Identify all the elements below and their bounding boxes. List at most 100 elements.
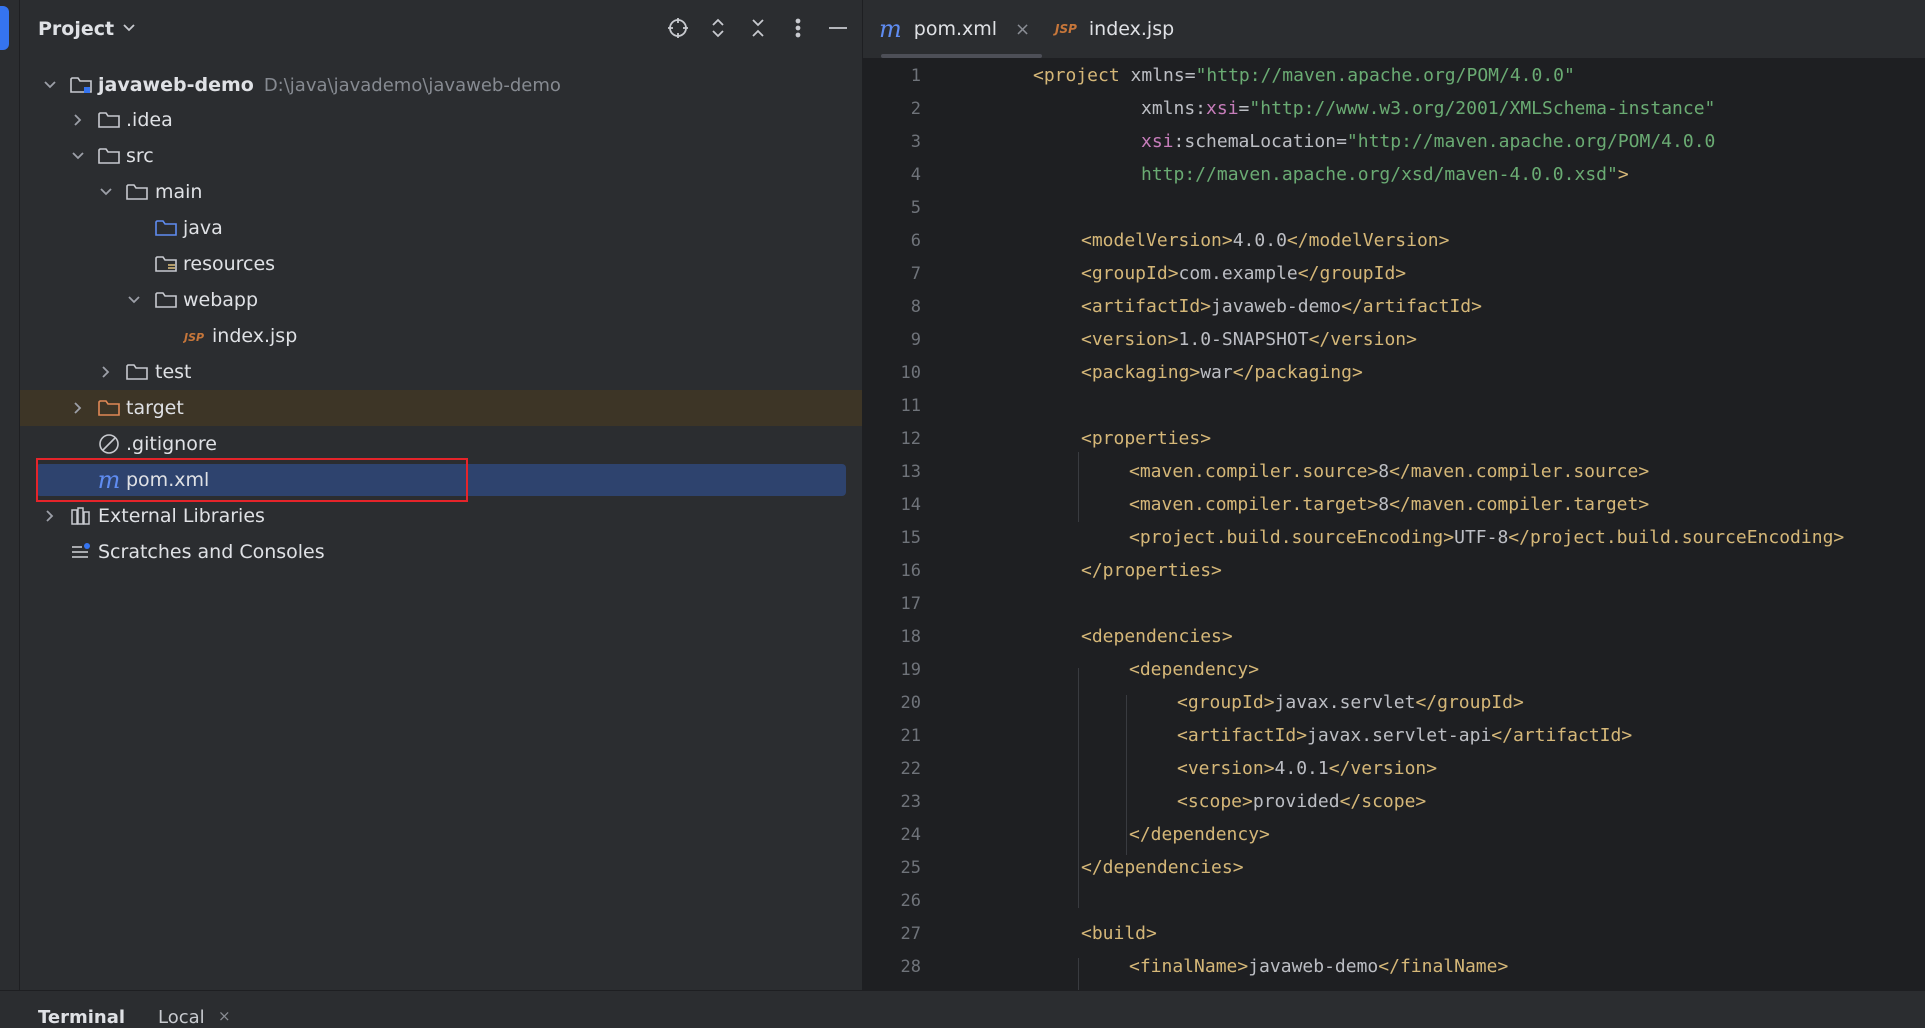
code-token: <maven.compiler.source>: [1129, 461, 1379, 482]
line-number: 14: [900, 495, 921, 515]
code-line: <maven.compiler.source>8</maven.compiler…: [1129, 461, 1649, 482]
code-token: <project: [1033, 65, 1120, 86]
code-line: <groupId>com.example</groupId>: [1081, 263, 1406, 284]
tree-item-idea[interactable]: .idea: [20, 102, 862, 138]
close-icon[interactable]: ×: [1015, 19, 1030, 40]
tab-label: index.jsp: [1088, 18, 1175, 40]
svg-text:JSP: JSP: [183, 331, 204, 344]
code-line: <dependency>: [1129, 659, 1259, 680]
line-number: 27: [900, 924, 921, 944]
code-token: "http://maven.apache.org/POM/4.0.0: [1346, 131, 1716, 152]
more-options-icon[interactable]: [784, 14, 812, 42]
project-view-selector[interactable]: Project: [38, 16, 136, 42]
indent-guide: [1078, 452, 1079, 522]
chevron-right-icon[interactable]: [70, 400, 86, 416]
code-line: <properties>: [1081, 428, 1211, 449]
code-line: <version>4.0.1</version>: [1177, 758, 1437, 779]
project-name: javaweb-demo: [98, 74, 254, 96]
chevron-down-icon[interactable]: [42, 77, 58, 93]
line-number: 22: [900, 759, 921, 779]
chevron-right-icon[interactable]: [70, 112, 86, 128]
tree-item-java[interactable]: java: [20, 210, 862, 246]
code-token: xmlns=: [1119, 65, 1196, 86]
code-token: "http://www.w3.org/2001/XMLSchema-instan…: [1249, 98, 1716, 119]
code-line: </dependencies>: [1081, 857, 1244, 878]
line-number: 20: [900, 693, 921, 713]
code-token: </maven.compiler.target>: [1389, 494, 1650, 515]
tree-item-resources[interactable]: resources: [20, 246, 862, 282]
tree-item-webapp[interactable]: webapp: [20, 282, 862, 318]
chevron-right-icon[interactable]: [42, 508, 58, 524]
code-line: <build>: [1081, 923, 1157, 944]
indent-guide: [1126, 695, 1127, 855]
close-icon[interactable]: ×: [218, 1007, 231, 1025]
tree-item-scratches[interactable]: Scratches and Consoles: [20, 534, 862, 570]
code-line: <project.build.sourceEncoding>UTF-8</pro…: [1129, 527, 1844, 548]
code-token: javaweb-demo: [1248, 956, 1379, 977]
bottom-tool-bar: Terminal Local ×: [0, 990, 1925, 1028]
tree-item-gitignore[interactable]: .gitignore: [20, 426, 862, 462]
tree-item-label: webapp: [183, 289, 259, 311]
minimize-icon[interactable]: [824, 14, 852, 42]
line-number: 1: [910, 66, 921, 86]
local-session-tab[interactable]: Local: [158, 1007, 205, 1028]
tree-item-index-jsp[interactable]: JSP index.jsp: [20, 318, 862, 354]
code-line: <modelVersion>4.0.0</modelVersion>: [1081, 230, 1449, 251]
chevron-down-icon[interactable]: [126, 292, 142, 308]
collapse-all-icon[interactable]: [744, 14, 772, 42]
annotation-highlight-box: [36, 458, 468, 502]
code-token: </finalName>: [1378, 956, 1509, 977]
terminal-tab[interactable]: Terminal: [38, 1007, 125, 1028]
code-token: <dependencies>: [1081, 626, 1233, 647]
libraries-icon: [70, 506, 92, 526]
line-number: 17: [900, 594, 921, 614]
code-token: </artifactId>: [1341, 296, 1482, 317]
indent-guide: [1078, 668, 1079, 908]
code-token: :schemaLocation=: [1173, 131, 1347, 152]
code-token: 4.0.0: [1232, 230, 1287, 251]
expand-all-icon[interactable]: [704, 14, 732, 42]
line-number: 13: [900, 462, 921, 482]
code-token: </dependencies>: [1081, 857, 1244, 878]
code-token: provided: [1252, 791, 1340, 812]
chevron-down-icon[interactable]: [98, 184, 114, 200]
code-token: 8: [1378, 494, 1390, 515]
code-token: <modelVersion>: [1081, 230, 1233, 251]
maven-icon: m: [879, 15, 902, 43]
tree-item-test[interactable]: test: [20, 354, 862, 390]
line-number: 11: [900, 396, 921, 416]
tab-index-jsp[interactable]: JSP index.jsp: [1055, 0, 1174, 58]
tree-item-external-libraries[interactable]: External Libraries: [20, 498, 862, 534]
code-token: javaweb-demo: [1211, 296, 1342, 317]
code-line: <version>1.0-SNAPSHOT</version>: [1081, 329, 1417, 350]
line-number: 28: [900, 957, 921, 977]
line-number: 26: [900, 891, 921, 911]
tree-item-label: src: [126, 145, 154, 167]
code-line: </dependency>: [1129, 824, 1270, 845]
tab-pom-xml[interactable]: m pom.xml ×: [879, 0, 1043, 58]
code-token: xsi: [1141, 131, 1174, 152]
chevron-down-icon[interactable]: [70, 148, 86, 164]
code-editor[interactable]: <project xmlns= "http://maven.apache.org/…: [963, 58, 1925, 990]
tree-item-target[interactable]: target: [20, 390, 862, 426]
tree-item-src[interactable]: src: [20, 138, 862, 174]
tree-item-label: test: [155, 361, 192, 383]
code-token: </packaging>: [1232, 362, 1363, 383]
code-token: <properties>: [1081, 428, 1212, 449]
jsp-file-icon: JSP: [1055, 22, 1077, 36]
scratches-icon: [70, 542, 92, 562]
code-line: xsi:schemaLocation="http://maven.apache.…: [1141, 131, 1715, 152]
line-number: 24: [900, 825, 921, 845]
tree-item-project-root[interactable]: javaweb-demo D:\java\javademo\javaweb-dem…: [20, 67, 862, 103]
tree-item-main[interactable]: main: [20, 174, 862, 210]
code-token: <version>: [1177, 758, 1275, 779]
chevron-right-icon[interactable]: [98, 364, 114, 380]
locate-icon[interactable]: [664, 14, 692, 42]
code-token: <finalName>: [1129, 956, 1249, 977]
line-number: 8: [910, 297, 921, 317]
project-toolwindow-button[interactable]: [0, 6, 9, 50]
line-number: 19: [900, 660, 921, 680]
ignore-file-icon: [98, 434, 120, 454]
code-token: <groupId>: [1081, 263, 1179, 284]
project-title: Project: [38, 18, 115, 40]
